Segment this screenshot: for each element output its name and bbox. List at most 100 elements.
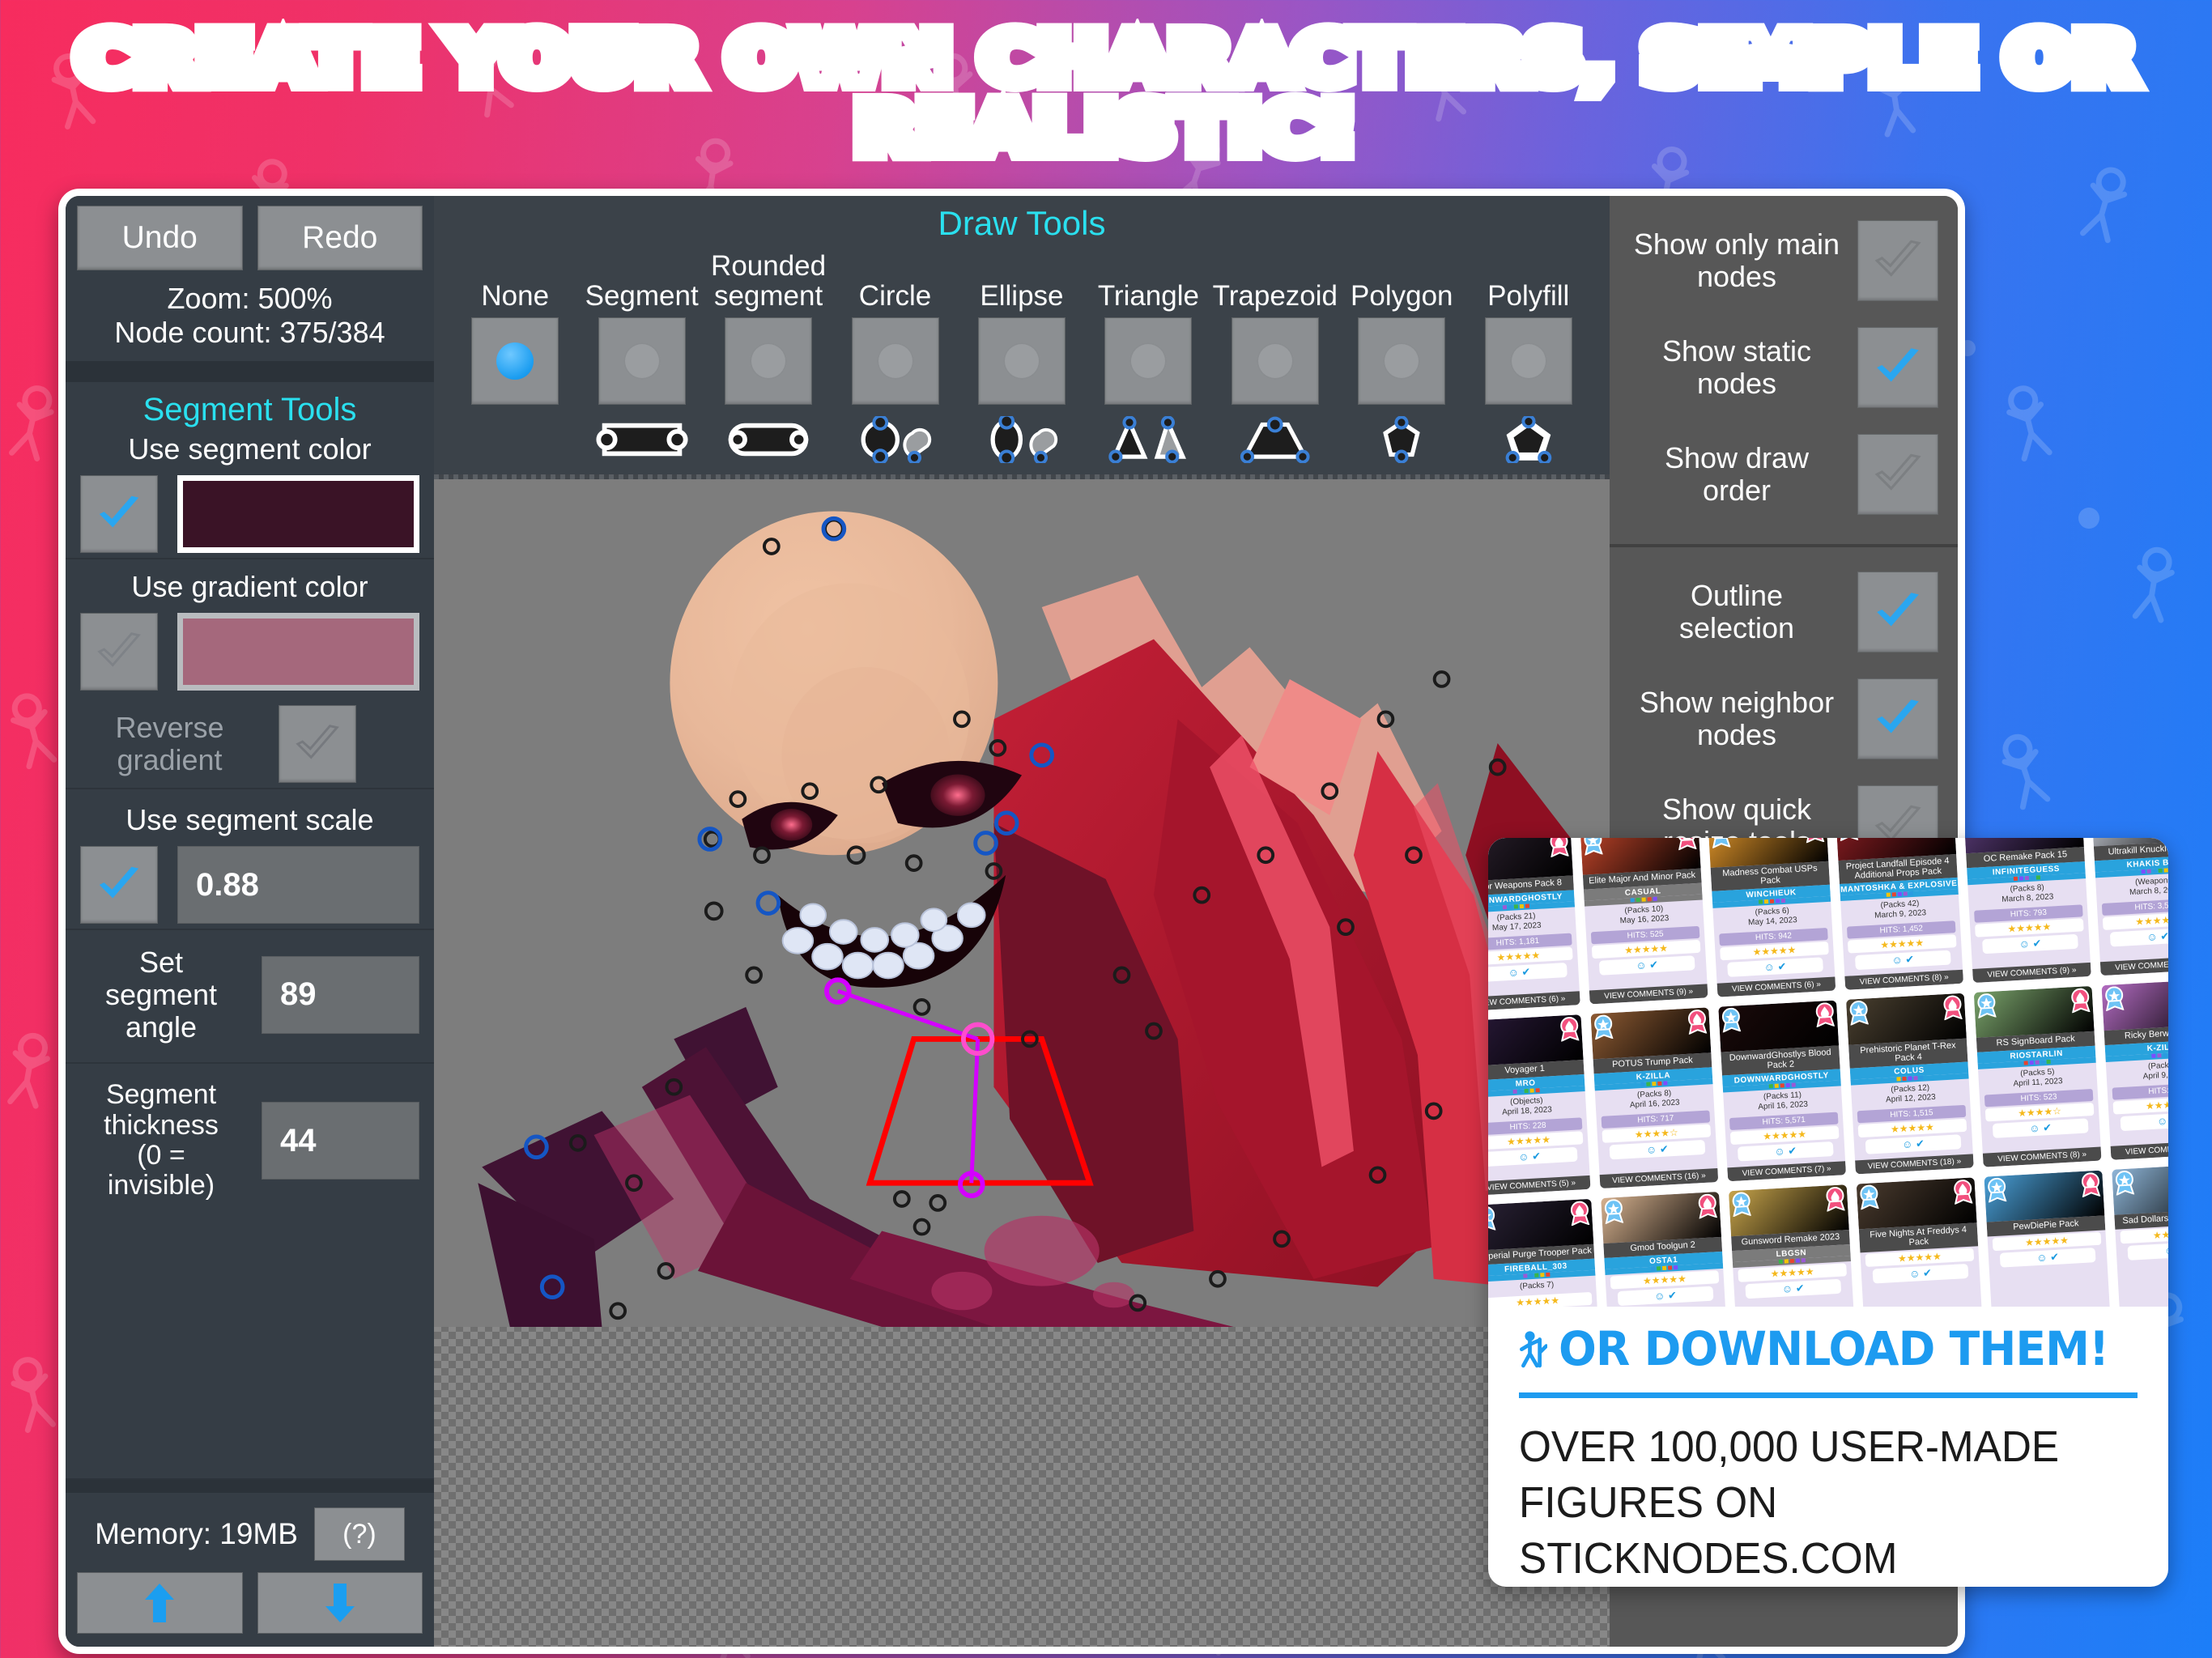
tool-triangle-radio[interactable] [1104,317,1193,405]
figure-thumbnail-badges: ☺ ✔ [1727,957,1823,978]
set-segment-angle-label: Set segment angle [104,946,218,1044]
tool-none-radio[interactable] [471,317,559,405]
tool-trapezoid-label: Trapezoid [1212,279,1338,312]
draw-tools-toolbar: Draw Tools None Segment Rounded segment … [434,196,1610,474]
tool-polyfill-radio[interactable] [1484,317,1572,405]
figure-thumbnail-strip: Vector Weapons Pack 8 DOWNWARDGHOSTLY (Pac… [1488,838,2168,1307]
show-static-nodes-checkbox[interactable] [1857,327,1938,408]
tool-none-label: None [481,279,550,312]
figure-thumbnail-comments-link[interactable]: VIEW COMMENTS (9) » [1589,984,1708,1005]
reverse-gradient-label: Reverse gradient [115,710,224,777]
help-button[interactable]: (?) [313,1507,405,1561]
reverse-gradient-checkbox[interactable] [279,705,356,784]
tool-triangle[interactable]: Triangle [1085,244,1211,466]
figure-thumbnail-badges: ☺ ✔ [2109,926,2168,947]
arrow-up-icon [145,1584,175,1622]
circle-icon [861,416,931,463]
figure-thumbnail-card[interactable]: Prehistoric Planet T-Rex Pack 4 COLUS (Pac… [1844,991,1976,1176]
undo-button[interactable]: Undo [77,206,243,270]
tool-ellipse[interactable]: Ellipse [959,244,1085,466]
segment-thickness-value[interactable]: 44 [262,1102,419,1180]
draw-tools-list: None Segment Rounded segment Circle Elli… [434,244,1610,466]
figure-thumbnail-comments-link[interactable]: VIEW COMMENTS (8) » [1844,969,1964,990]
tool-rounded-segment[interactable]: Rounded segment [705,244,832,466]
download-promo-headline: OR DOWNLOAD THEM! [1559,1320,2109,1376]
tool-circle[interactable]: Circle [832,244,958,466]
check-icon [1874,240,1921,277]
figure-thumbnail-comments-link[interactable]: VIEW COMMENTS (9) » [1972,962,2091,984]
figure-thumbnail-badges: ☺ ✔ [2120,1111,2168,1131]
tool-rounded-segment-radio[interactable] [725,317,813,405]
figure-thumbnail-card[interactable]: Elite Major And Minor Pack CASUAL (Packs 1… [1578,838,1710,1006]
download-promo-divider [1519,1392,2138,1398]
show-draw-order-checkbox[interactable] [1857,434,1938,515]
segment-angle-value[interactable]: 89 [262,955,419,1034]
figure-thumbnail-comments-link[interactable]: VIEW COMMENTS (5) » [1488,1175,1591,1196]
figure-thumbnail-card[interactable]: DownwardGhostlys Blood Pack 2 DOWNWARDGHO… [1716,998,1848,1184]
figure-thumbnail-card[interactable]: PewDiePie Pack ★★★★★ ☺ ✔ [1982,1168,2114,1307]
segment-icon [596,423,688,457]
award-ribbon-icon [1582,838,1605,857]
tool-trapezoid[interactable]: Trapezoid [1212,244,1338,466]
tool-circle-radio[interactable] [851,317,939,405]
figure-thumbnail-card[interactable]: Vector Weapons Pack 8 DOWNWARDGHOSTLY (Pac… [1488,838,1582,1014]
outline-selection-checkbox[interactable] [1857,572,1938,653]
figure-thumbnail-comments-link[interactable]: VIEW COMMENTS (8) » [1982,1146,2102,1167]
figure-thumbnail-card[interactable]: Madness Combat USPs Pack WINCHIEUK (Packs … [1706,838,1838,999]
tool-polyfill[interactable]: Polyfill [1465,244,1592,466]
show-neighbor-nodes-checkbox[interactable] [1857,678,1938,759]
tool-polygon[interactable]: Polygon [1338,244,1465,466]
show-static-nodes-label: Show static nodes [1661,334,1812,400]
use-segment-color-checkbox[interactable] [80,474,158,553]
segment-tools-title: Segment Tools [143,391,357,427]
figure-thumbnail-badges: ☺ ✔ [1598,954,1695,976]
figure-thumbnail-card[interactable]: Voyager 1 MRO (Objects) April 18, 2023 HITS:… [1488,1013,1593,1198]
figure-thumbnail-comments-link[interactable]: VIEW COMMENTS (8) » [2110,1139,2168,1160]
figure-thumbnail-comments-link[interactable]: VIEW COMMENTS (16) » [1599,1168,1719,1189]
featured-ribbon-icon [1686,1009,1708,1035]
figure-thumbnail-badges: ☺ ✔ [1854,950,1951,971]
tool-polygon-radio[interactable] [1358,317,1446,405]
figure-thumbnail-card[interactable]: Gmod Toolgun 2 OSTA1 ★★★★★ ☺ ✔ [1599,1189,1731,1307]
figure-thumbnail-comments-link[interactable]: VIEW COMMENTS (7) » [1727,1161,1847,1182]
figure-thumbnail-card[interactable]: Five Nights At Freddys 4 Pack ★★★★★ ☺ ✔ [1854,1175,1986,1307]
figure-thumbnail-card[interactable]: Sad Dollars Helpless Man★★★★★☺ ✔ [2110,1161,2168,1307]
figure-thumbnail-card[interactable]: Imperial Purge Trooper Pack FIREBALL_303(… [1488,1197,1603,1307]
figure-thumbnail-card[interactable]: RS SignBoard Pack RIOSTARLIN (Packs 5) Apri… [1972,984,2104,1169]
figure-thumbnail-card[interactable]: Ultrakill Knuckleblaster KHAKIS BCY (Weapo… [2089,838,2168,978]
move-up-button[interactable] [77,1572,243,1634]
drawing-canvas[interactable] [434,479,1610,1647]
segment-thickness-label-line1: Segment [105,1079,217,1111]
figure-thumbnail-card[interactable]: POTUS Trump Pack K-ZILLA (Packs 8) April 16… [1589,1005,1721,1191]
gradient-color-swatch-frame[interactable] [177,613,419,691]
figure-thumbnail-card[interactable]: Gunsword Remake 2023 LBGSN ★★★★★ ☺ ✔ [1726,1183,1858,1307]
figure-thumbnail-card[interactable]: OC Remake Pack 15 INFINITEGUESS (Packs 8) M… [1961,838,2093,985]
tool-none[interactable]: None [452,244,578,466]
award-ribbon-icon [1986,1177,2009,1204]
use-gradient-color-checkbox[interactable] [80,613,158,691]
figure-thumbnail-card[interactable]: Ricky Berwick PackK-ZILLA(Packs 8)April … [2099,976,2168,1162]
segment-color-swatch-frame[interactable] [177,474,419,553]
tool-segment[interactable]: Segment [578,244,704,466]
use-segment-scale-row: 0.88 [66,836,434,929]
figure-thumbnail-card[interactable]: Project Landfall Episode 4 Additional Pr… [1834,838,1966,992]
figure-thumbnail-comments-link[interactable]: VIEW COMMENTS (18) » [1855,1154,1974,1175]
show-draw-order-label: Show draw order [1664,441,1810,507]
figure-thumbnail-badges: ☺ ✔ [1999,1247,2096,1268]
figure-thumbnail-badges: ☺ ✔ [1982,933,2078,954]
move-down-button[interactable] [257,1572,423,1634]
tool-ellipse-radio[interactable] [977,317,1066,405]
show-only-main-nodes-checkbox[interactable] [1857,220,1938,301]
figure-thumbnail-comments-link[interactable]: VIEW COMMENTS (6) » [1716,976,1836,997]
tool-segment-radio[interactable] [598,317,686,405]
use-segment-scale-checkbox[interactable] [80,846,158,925]
node-count-text: Node count: 375/384 [114,315,385,349]
check-icon [1877,699,1919,733]
figure-thumbnail-comments-link[interactable]: VIEW COMMENTS (6) » [2099,955,2168,976]
figure-thumbnail-badges: ☺ ✔ [1745,1278,1842,1299]
tool-trapezoid-radio[interactable] [1231,317,1319,405]
segment-scale-value[interactable]: 0.88 [177,846,419,925]
redo-button[interactable]: Redo [257,206,423,270]
award-ribbon-icon [1602,1199,1625,1225]
figure-thumbnail-comments-link[interactable]: VIEW COMMENTS (6) » [1488,991,1580,1012]
